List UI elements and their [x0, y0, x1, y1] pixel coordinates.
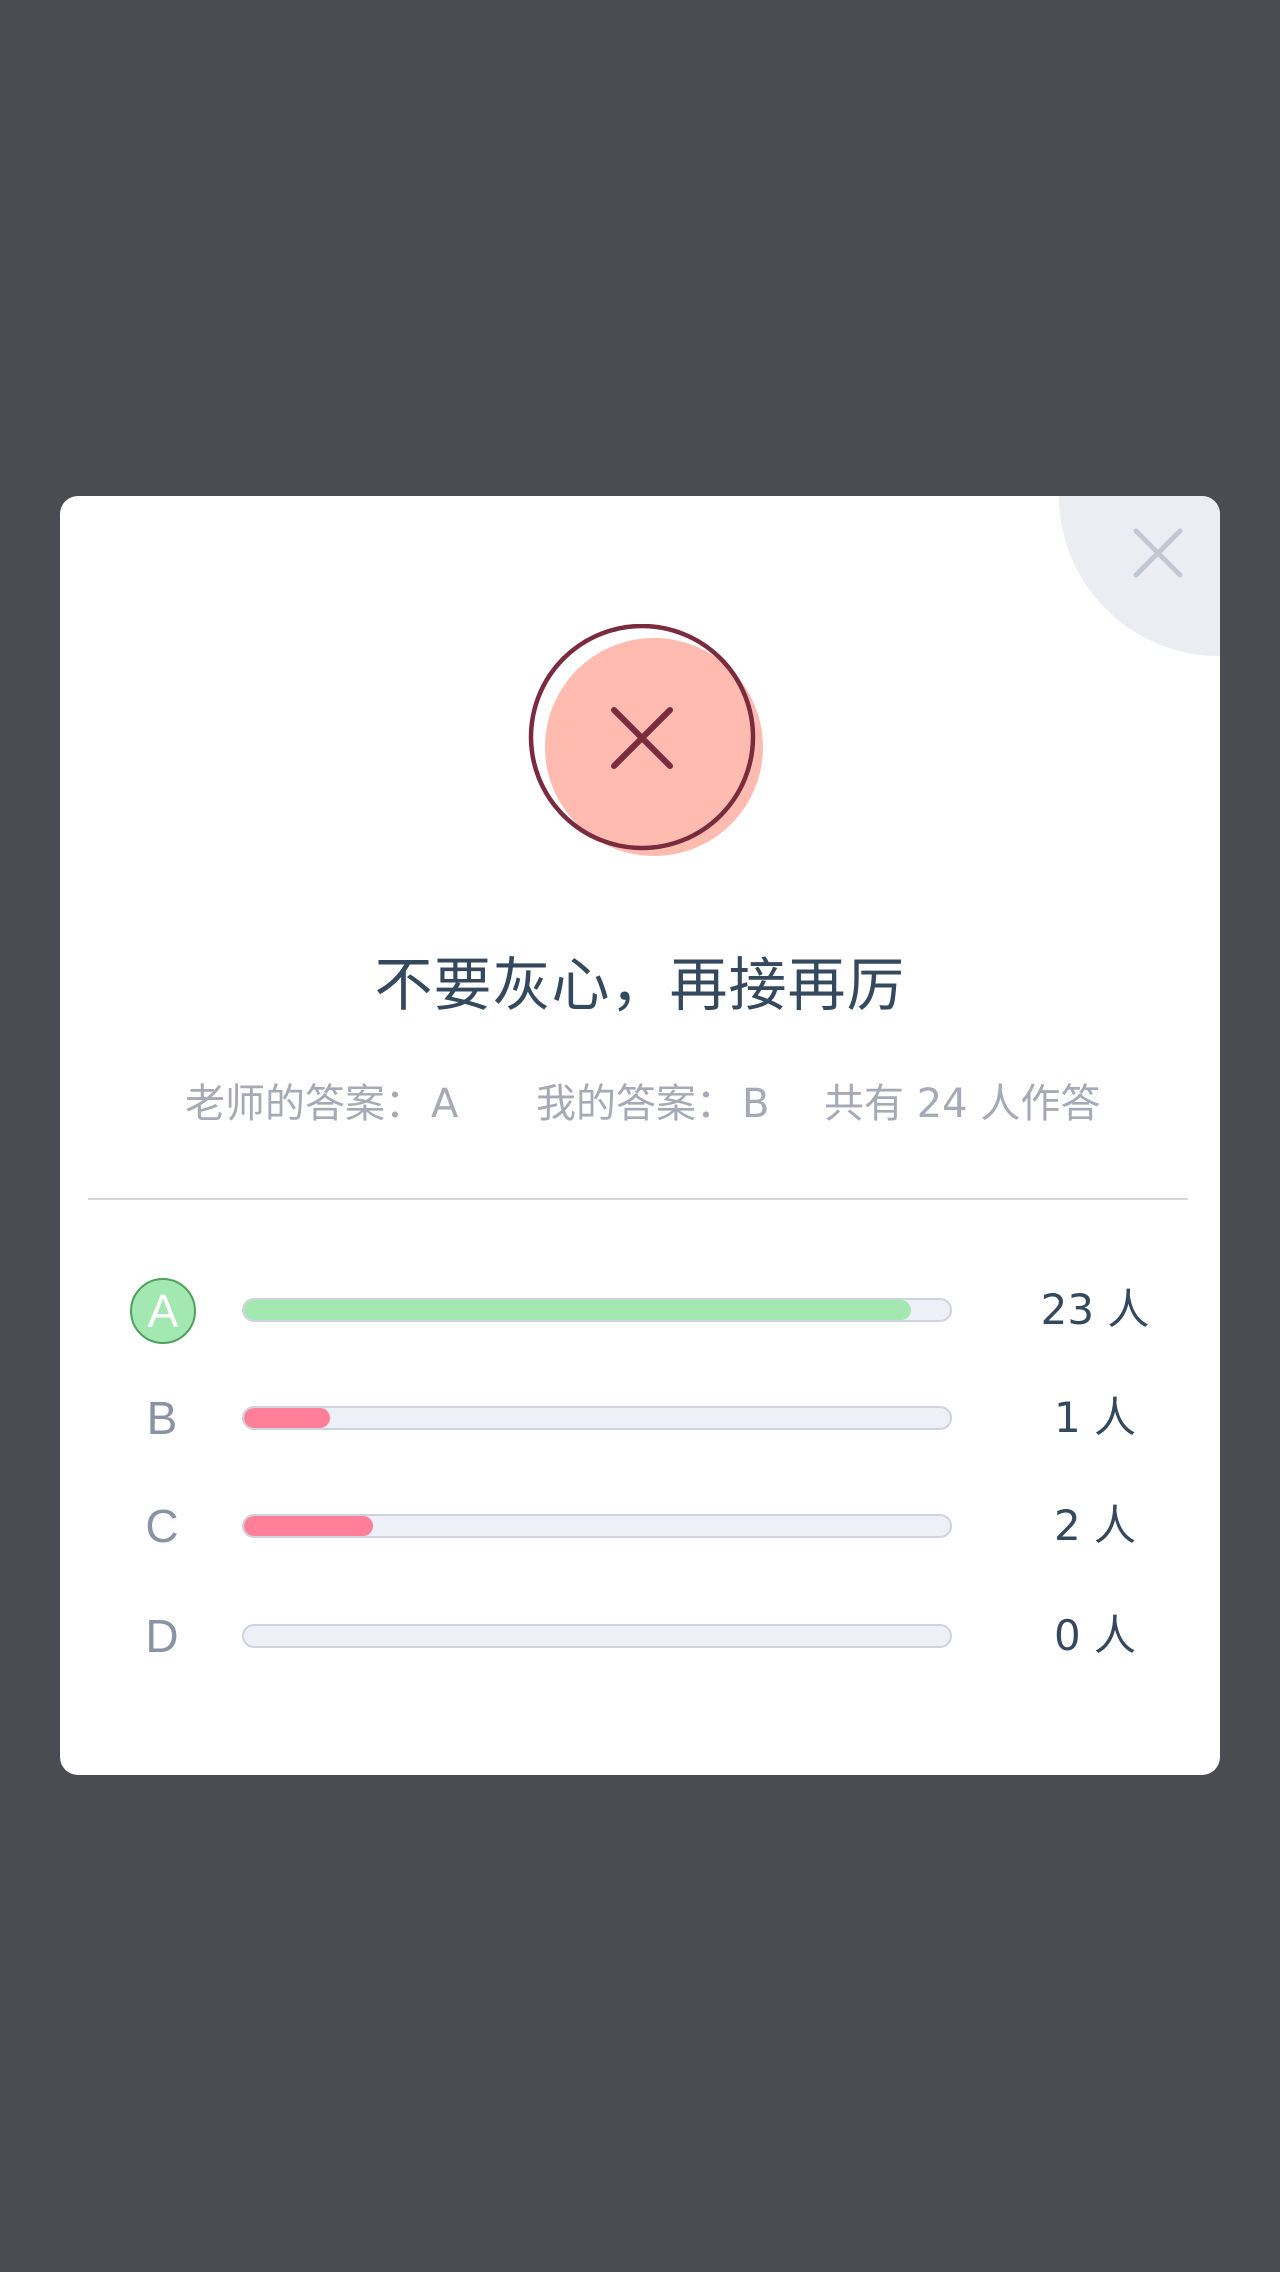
progress-track — [242, 1624, 952, 1648]
progress-fill — [244, 1408, 331, 1428]
option-row-d: D 0 人 — [60, 1596, 1220, 1676]
option-row-a: A 23 人 — [60, 1270, 1220, 1350]
divider — [88, 1198, 1188, 1200]
option-letter: B — [146, 1392, 178, 1444]
wrong-x-icon — [528, 624, 763, 856]
result-title: 不要灰心，再接再厉 — [374, 951, 906, 1019]
progress-track — [242, 1514, 952, 1538]
teacher-answer-value: A — [431, 1081, 459, 1127]
teacher-answer-label: 老师的答案 — [185, 1081, 385, 1127]
option-letter: C — [145, 1500, 179, 1552]
my-answer: 我的答案： B — [536, 1081, 770, 1127]
close-icon[interactable] — [1133, 528, 1183, 578]
my-answer-label: 我的答案 — [536, 1081, 696, 1127]
progress-track — [242, 1298, 952, 1322]
option-row-b: B 1 人 — [60, 1378, 1220, 1458]
total-respondents: 共有 24 人作答 — [824, 1076, 1100, 1132]
option-row-c: C 2 人 — [60, 1486, 1220, 1566]
my-answer-value: B — [742, 1081, 770, 1127]
total-suffix: 人作答 — [980, 1081, 1101, 1127]
total-count: 24 — [916, 1081, 968, 1127]
progress-fill — [244, 1516, 374, 1536]
progress-track — [242, 1406, 952, 1430]
option-count: 2 人 — [1053, 1501, 1137, 1550]
option-count: 23 人 — [1040, 1285, 1150, 1334]
total-prefix: 共有 — [824, 1081, 904, 1127]
option-count: 0 人 — [1053, 1611, 1137, 1660]
option-count: 1 人 — [1053, 1393, 1137, 1442]
result-dialog: 不要灰心，再接再厉 老师的答案： A 我的答案： B 共有 24 人作答 A 23 … — [60, 496, 1220, 1775]
option-letter: A — [130, 1278, 196, 1344]
progress-fill — [244, 1300, 912, 1320]
option-letter: D — [145, 1610, 179, 1662]
teacher-answer: 老师的答案： A — [185, 1081, 459, 1127]
